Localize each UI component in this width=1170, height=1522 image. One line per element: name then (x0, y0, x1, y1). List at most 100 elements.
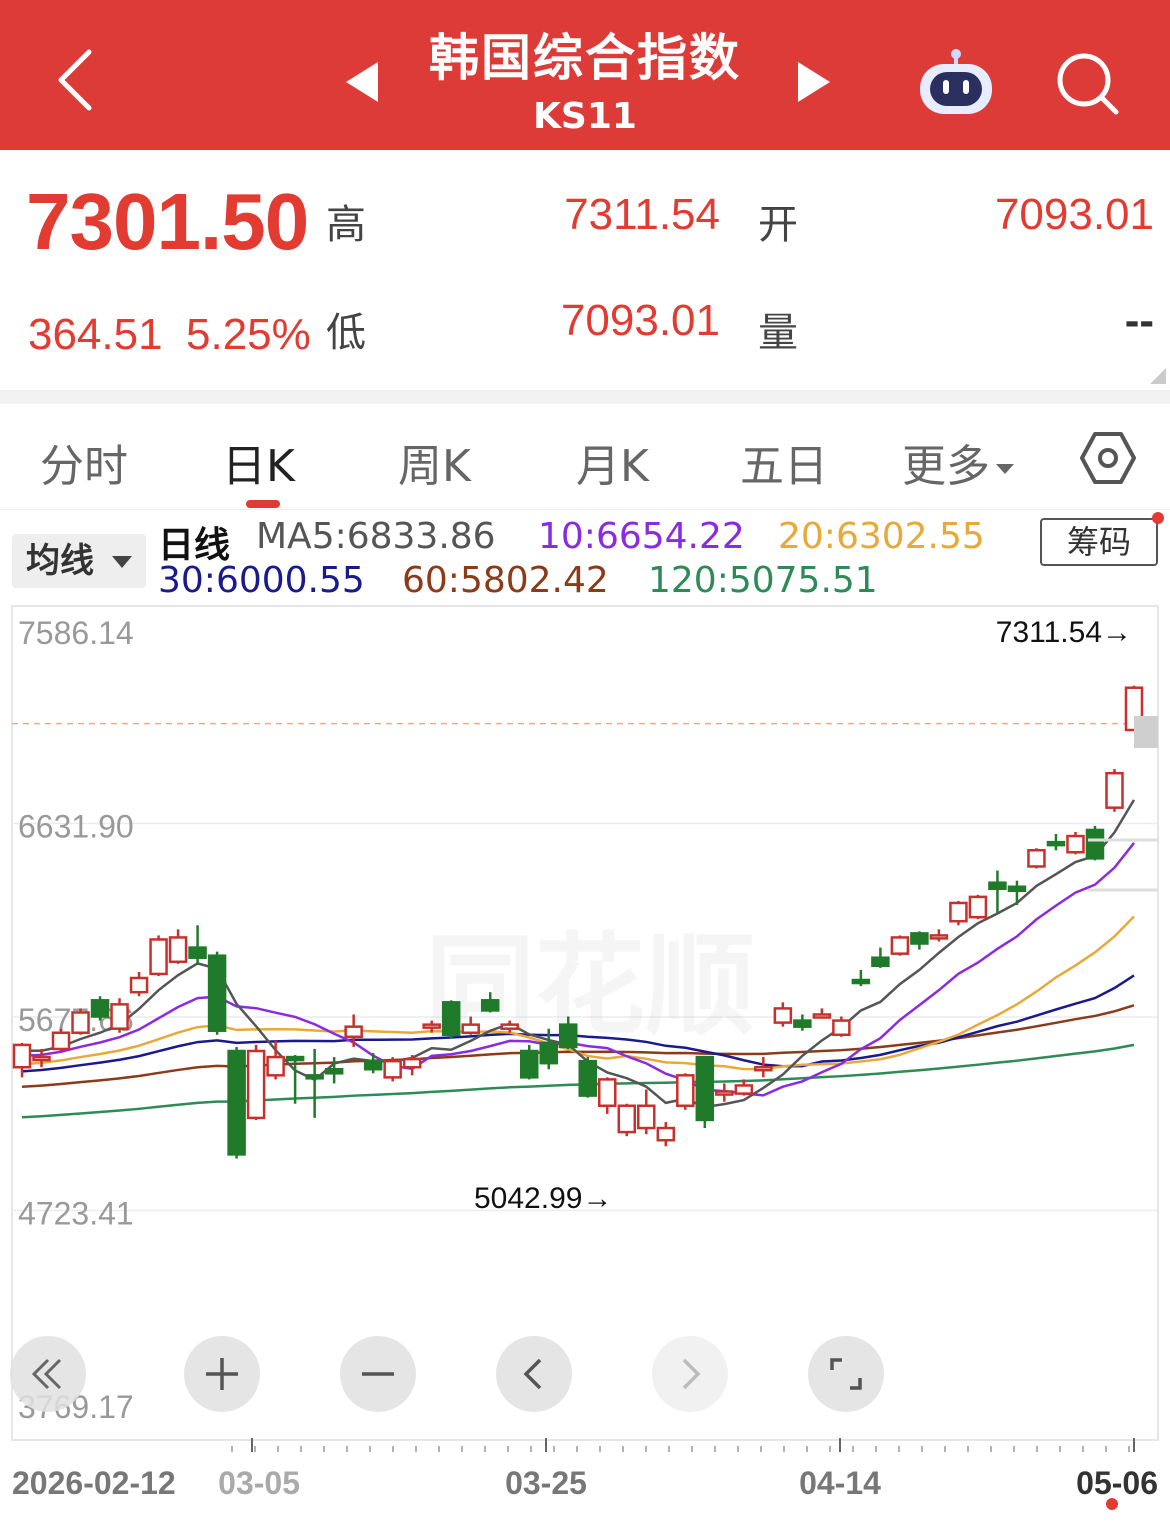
tab-five-day[interactable]: 五日 (740, 430, 828, 494)
candle-body (1046, 840, 1066, 847)
candle-body (656, 1126, 676, 1142)
candle (1085, 825, 1105, 861)
candle (344, 1014, 363, 1047)
kline-chart-svg: 7586.146631.905677.664723.413769.17同花顺73… (11, 605, 1159, 1510)
candle (578, 1057, 598, 1098)
candle-body (910, 932, 929, 945)
minus-icon (362, 1372, 394, 1376)
y-tick-label: 4723.41 (18, 1196, 134, 1232)
candle-body (929, 934, 949, 940)
candle (402, 1055, 422, 1076)
ma120-line (21, 1043, 1135, 1119)
candle (129, 971, 149, 997)
x-tick-label: 03-25 (505, 1465, 587, 1501)
tab-monthly-k[interactable]: 月K (576, 430, 649, 494)
double-chevron-left-icon (31, 1358, 62, 1390)
candle-body (12, 1043, 32, 1069)
y-tick-label: 6631.90 (18, 808, 134, 844)
search-icon (1057, 53, 1119, 115)
candle-body (71, 1011, 90, 1034)
candle-body (578, 1059, 598, 1097)
tab-more-label: 更多 (902, 441, 990, 492)
page-title: 韩国综合指数 (429, 29, 741, 87)
candle-body (637, 1104, 656, 1130)
assistant-button[interactable] (916, 46, 996, 118)
low-value: 7093.01 (560, 296, 720, 345)
chart-settings-button[interactable] (1080, 430, 1136, 486)
indicator-selector[interactable]: 均线 (12, 534, 146, 588)
high-label: 高 (326, 202, 366, 248)
tab-more[interactable]: 更多 (902, 430, 1014, 494)
candle-body (285, 1055, 305, 1062)
candle-body (383, 1059, 402, 1079)
candle (71, 1008, 90, 1035)
candle-body (734, 1084, 754, 1095)
volume-label: 量 (758, 310, 798, 356)
candle-body (598, 1078, 617, 1107)
candle-body (324, 1067, 344, 1075)
next-index-button[interactable] (792, 58, 836, 106)
candle-body (715, 1090, 734, 1096)
prev-index-button[interactable] (340, 58, 384, 106)
candle-body (90, 999, 110, 1018)
tab-intraday[interactable]: 分时 (40, 430, 128, 494)
expand-corner-icon[interactable] (1150, 368, 1166, 384)
candle-body (188, 946, 207, 959)
chips-distribution-button[interactable]: 筹码 (1040, 518, 1158, 566)
candle (227, 1046, 246, 1159)
legend-ma5: MA5:6833.86 (256, 516, 496, 557)
y-tick-label: 7586.14 (18, 615, 134, 651)
candle-body (461, 1023, 480, 1034)
candle-body (480, 999, 500, 1012)
candle-body (754, 1065, 773, 1072)
candle-body (890, 936, 910, 955)
top-bar: 韩国综合指数 KS11 (0, 0, 1170, 150)
scroll-to-start-button[interactable] (10, 1336, 86, 1412)
candle-body (51, 1031, 71, 1051)
x-tick-label: 03-05 (218, 1465, 300, 1501)
open-label: 开 (758, 202, 798, 248)
kline-chart[interactable]: 7586.146631.905677.664723.413769.17同花顺73… (0, 604, 1170, 1522)
candle (110, 998, 129, 1033)
x-tick-label: 04-14 (799, 1465, 881, 1501)
candle-body (227, 1049, 246, 1156)
pan-left-button[interactable] (496, 1336, 572, 1412)
candle-body (500, 1023, 519, 1030)
candle (676, 1073, 695, 1110)
legend-ma30: 30:6000.55 (158, 560, 365, 601)
candle-body (168, 936, 188, 964)
tab-weekly-k[interactable]: 周K (398, 430, 471, 494)
search-button[interactable] (1050, 50, 1122, 116)
low-marker-label: 5042.99→ (474, 1182, 612, 1215)
candle (519, 1044, 539, 1080)
candle (929, 929, 949, 942)
caret-down-icon (112, 556, 132, 568)
robot-icon (920, 49, 992, 114)
last-price-tag (1134, 716, 1158, 748)
candle (832, 1016, 851, 1037)
fullscreen-button[interactable] (808, 1336, 884, 1412)
candle (266, 1040, 285, 1080)
candle (188, 925, 207, 964)
candle (246, 1044, 266, 1120)
candle (383, 1057, 402, 1082)
candle (149, 935, 168, 976)
last-price: 7301.50 (26, 177, 309, 266)
candle (1027, 848, 1046, 869)
candle-body (793, 1019, 812, 1028)
tab-daily-k[interactable]: 日K (222, 430, 295, 494)
zoom-in-button[interactable] (184, 1336, 260, 1412)
candle-body (519, 1049, 539, 1079)
active-tab-indicator (246, 500, 280, 508)
zoom-out-button[interactable] (340, 1336, 416, 1412)
x-tick-label: 2026-02-12 (12, 1465, 176, 1501)
candle-body (695, 1055, 715, 1122)
candle-body (207, 954, 227, 1032)
back-button[interactable] (40, 40, 110, 120)
candle-body (363, 1059, 383, 1071)
legend-ma60: 60:5802.42 (402, 560, 609, 601)
pan-right-button[interactable] (652, 1336, 728, 1412)
candle (1066, 831, 1085, 855)
candle-body (617, 1104, 637, 1134)
candle (851, 969, 871, 987)
